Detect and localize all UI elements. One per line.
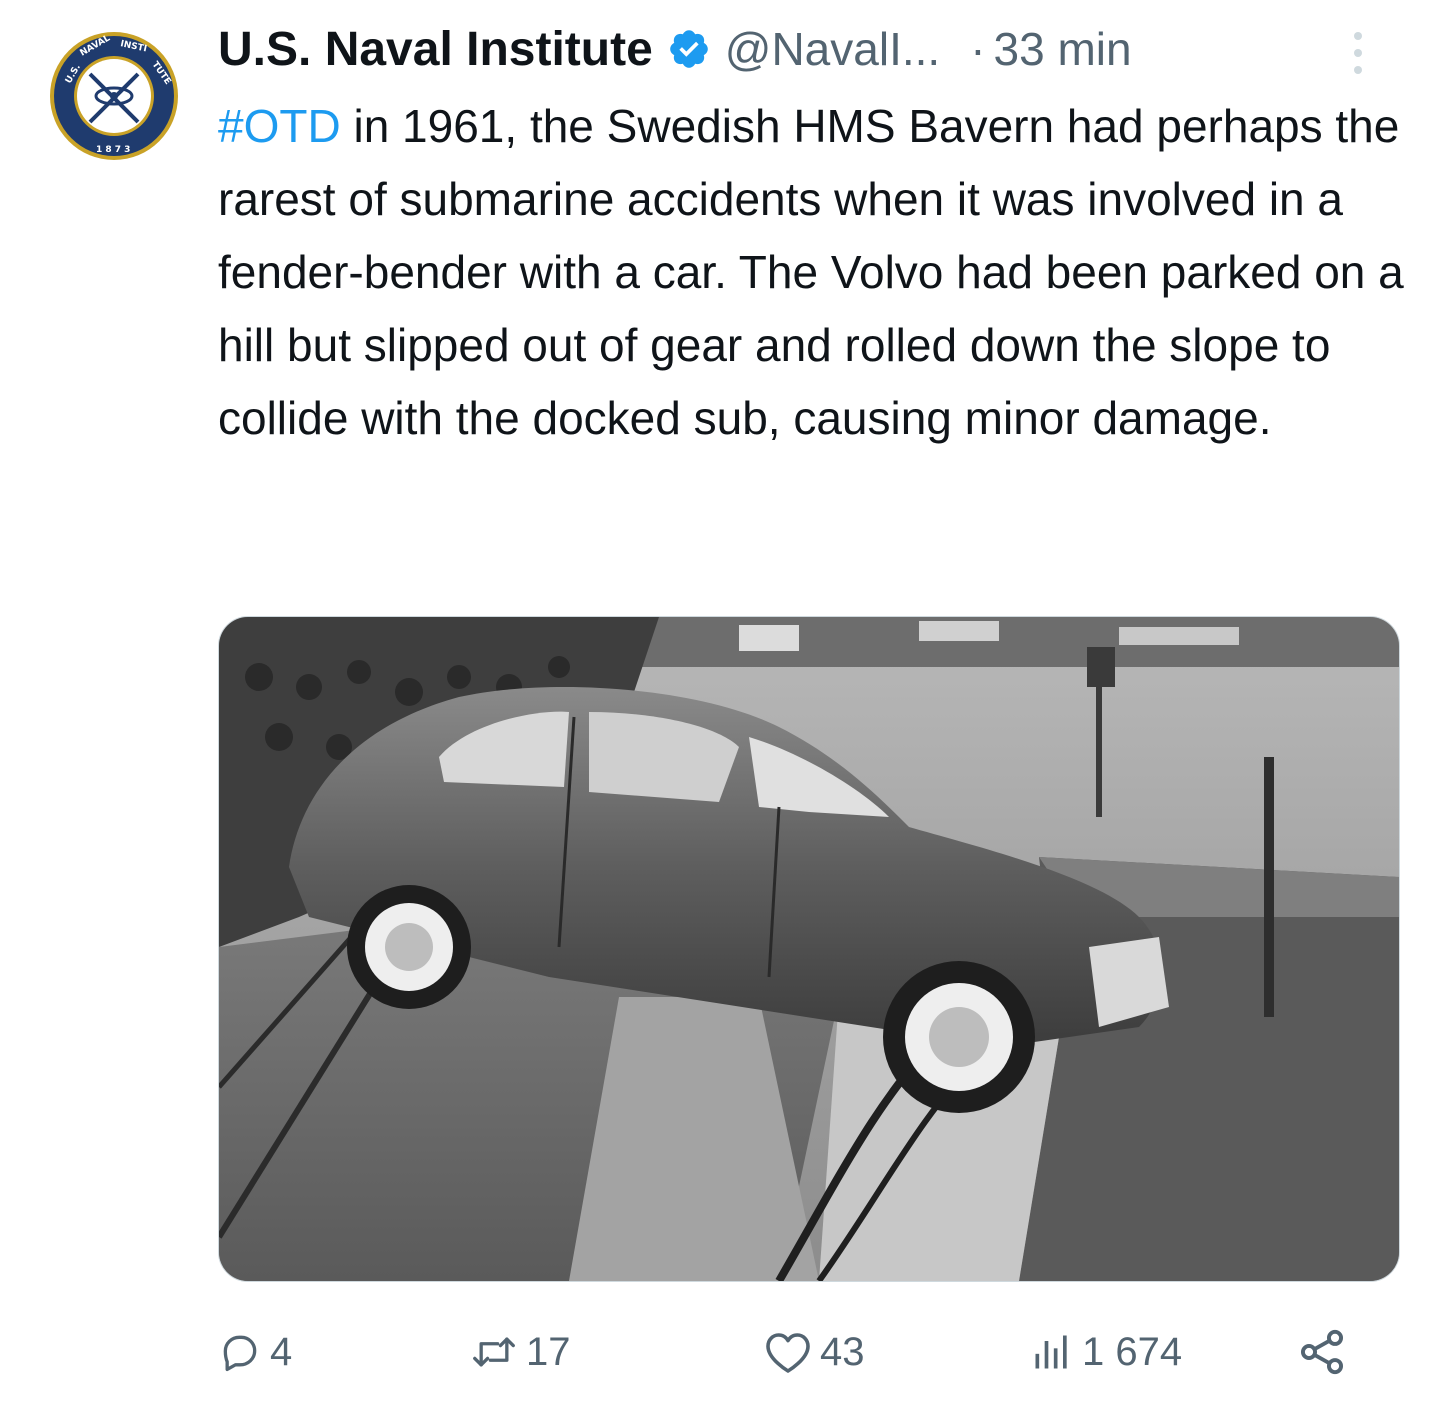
heart-icon [764, 1330, 812, 1374]
time-separator: · [970, 23, 986, 75]
share-icon [1296, 1326, 1348, 1378]
reply-button[interactable]: 4 [218, 1320, 292, 1384]
repost-icon [470, 1330, 518, 1374]
repost-count: 17 [526, 1329, 571, 1374]
hashtag-link[interactable]: #OTD [218, 100, 341, 152]
views-count: 1 674 [1082, 1329, 1183, 1374]
more-options-icon[interactable] [1338, 28, 1378, 78]
tweet-header: U.S. Naval Institute @NavalI... · 33 min [218, 14, 1132, 84]
repost-button[interactable]: 17 [470, 1320, 571, 1384]
tweet-body: in 1961, the Swedish HMS Bavern had perh… [218, 100, 1404, 444]
svg-text:1 8 7 3: 1 8 7 3 [96, 145, 130, 155]
tweet-photo[interactable] [218, 616, 1400, 1282]
display-name[interactable]: U.S. Naval Institute [218, 22, 653, 77]
like-count: 43 [820, 1329, 865, 1374]
share-button[interactable] [1296, 1320, 1348, 1384]
reply-count: 4 [270, 1329, 293, 1374]
verified-badge-icon [667, 27, 711, 71]
views-chart-icon [1030, 1330, 1074, 1374]
naval-institute-seal-logo: U.S. NAVAL INSTI TUTE 1 8 7 3 [50, 32, 178, 160]
action-bar: 4 17 43 1 674 [218, 1320, 1368, 1384]
tweet-text: #OTD in 1961, the Swedish HMS Bavern had… [218, 90, 1408, 455]
tweet[interactable]: U.S. NAVAL INSTI TUTE 1 8 7 3 U.S. Naval… [0, 0, 1440, 1411]
avatar[interactable]: U.S. NAVAL INSTI TUTE 1 8 7 3 [48, 30, 180, 162]
reply-icon [218, 1330, 262, 1374]
like-button[interactable]: 43 [764, 1320, 865, 1384]
handle[interactable]: @NavalI... [725, 22, 940, 76]
timestamp[interactable]: 33 min [994, 22, 1132, 76]
views-button[interactable]: 1 674 [1030, 1320, 1182, 1384]
black-and-white-photo-car-on-submarine [219, 617, 1399, 1281]
